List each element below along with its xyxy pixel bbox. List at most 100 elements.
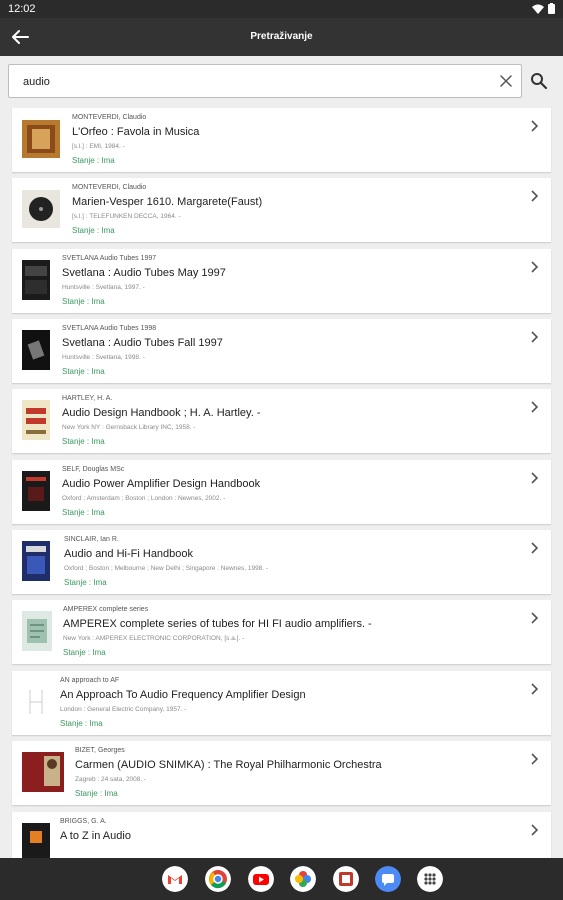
result-author: SELF, Douglas MSc (62, 466, 125, 473)
page-title: Pretraživanje (250, 31, 313, 42)
chevron-right-icon (531, 401, 539, 413)
result-status: Stanje : Ima (60, 719, 103, 728)
chevron-right-icon (531, 472, 539, 484)
result-publisher: Oxford ; Amsterdam ; Boston ; London : N… (62, 495, 226, 502)
cover-thumbnail (22, 611, 52, 651)
result-author: BRIGGS, G. A. (60, 818, 107, 825)
result-status: Stanje : Ima (72, 226, 115, 235)
result-text: SVETLANA Audio Tubes 1998 Svetlana : Aud… (62, 323, 521, 378)
result-author: AMPEREX complete series (63, 606, 149, 613)
chevron-right-icon (531, 261, 539, 273)
status-time: 12:02 (8, 3, 36, 15)
status-bar: 12:02 (0, 0, 563, 18)
dock-apps (0, 858, 563, 900)
result-card[interactable]: AN approach to AF An Approach To Audio F… (12, 671, 551, 735)
result-text: BIZET, Georges Carmen (AUDIO SNIMKA) : T… (75, 745, 521, 800)
result-card[interactable]: BIZET, Georges Carmen (AUDIO SNIMKA) : T… (12, 741, 551, 805)
result-title: AMPEREX complete series of tubes for HI … (63, 618, 372, 630)
result-title: Audio Power Amplifier Design Handbook (62, 478, 261, 490)
result-publisher: Huntsville : Svetlana, 1998. - (62, 354, 145, 361)
result-title: Carmen (AUDIO SNIMKA) : The Royal Philha… (75, 759, 382, 771)
result-publisher: Zagreb : 24 sata, 2008. - (75, 776, 147, 783)
chevron-right-icon (531, 120, 539, 132)
result-card[interactable]: HARTLEY, H. A. Audio Design Handbook ; H… (12, 389, 551, 453)
result-text: SVETLANA Audio Tubes 1997 Svetlana : Aud… (62, 253, 521, 308)
battery-icon (548, 3, 555, 14)
result-title: Audio and Hi-Fi Handbook (64, 548, 194, 560)
chevron-right-icon (531, 683, 539, 695)
clear-icon[interactable] (499, 74, 513, 88)
result-text: MONTEVERDI, Claudio Marien-Vesper 1610. … (72, 182, 521, 237)
result-card[interactable]: AMPEREX complete series AMPEREX complete… (12, 600, 551, 664)
cover-thumbnail (22, 120, 60, 158)
result-author: SVETLANA Audio Tubes 1997 (62, 255, 157, 262)
cover-thumbnail (22, 190, 60, 228)
cover-thumbnail (22, 400, 50, 440)
result-status: Stanje : Ima (62, 367, 105, 376)
result-text: SELF, Douglas MSc Audio Power Amplifier … (62, 464, 521, 519)
cover-thumbnail (22, 823, 50, 863)
result-status: Stanje : Ima (64, 578, 107, 587)
result-publisher: London : General Electric Company, 1957.… (60, 706, 187, 713)
result-author: SVETLANA Audio Tubes 1998 (62, 325, 157, 332)
result-card[interactable]: SVETLANA Audio Tubes 1997 Svetlana : Aud… (12, 249, 551, 313)
result-author: MONTEVERDI, Claudio (72, 114, 147, 121)
search-row (0, 56, 563, 106)
result-publisher: [s.l.] : EMI, 1984. - (72, 143, 125, 150)
gmail-icon[interactable] (162, 866, 188, 892)
app-drawer-icon[interactable] (417, 866, 443, 892)
cover-thumbnail (22, 752, 64, 792)
result-card[interactable]: SINCLAIR, Ian R. Audio and Hi-Fi Handboo… (12, 530, 551, 594)
result-status: Stanje : Ima (63, 648, 106, 657)
result-title: A to Z in Audio (60, 830, 131, 842)
youtube-icon[interactable] (248, 866, 274, 892)
result-card[interactable]: SVETLANA Audio Tubes 1998 Svetlana : Aud… (12, 319, 551, 383)
result-text: HARTLEY, H. A. Audio Design Handbook ; H… (62, 393, 521, 448)
result-status: Stanje : Ima (75, 789, 118, 798)
cover-thumbnail (22, 682, 50, 722)
search-box (8, 64, 522, 98)
result-card[interactable]: SELF, Douglas MSc Audio Power Amplifier … (12, 460, 551, 524)
app-dock (0, 858, 563, 900)
result-author: MONTEVERDI, Claudio (72, 184, 147, 191)
result-status: Stanje : Ima (62, 437, 105, 446)
cover-thumbnail (22, 541, 50, 581)
wifi-icon (532, 4, 544, 14)
result-title: Svetlana : Audio Tubes Fall 1997 (62, 337, 223, 349)
result-card[interactable]: MONTEVERDI, Claudio Marien-Vesper 1610. … (12, 178, 551, 242)
chevron-right-icon (531, 612, 539, 624)
messages-icon[interactable] (375, 866, 401, 892)
result-card[interactable]: BRIGGS, G. A. A to Z in Audio (12, 812, 551, 863)
result-publisher: [s.l.] : TELEFUNKEN DECCA, 1964. - (72, 213, 181, 220)
search-input[interactable] (21, 72, 485, 92)
result-status: Stanje : Ima (62, 297, 105, 306)
result-text: BRIGGS, G. A. A to Z in Audio (60, 816, 521, 844)
result-title: Marien-Vesper 1610. Margarete(Faust) (72, 196, 263, 208)
result-publisher: Oxford ; Boston ; Melbourne ; New Delhi … (64, 565, 269, 572)
result-author: AN approach to AF (60, 677, 120, 684)
chevron-right-icon (531, 824, 539, 836)
chevron-right-icon (531, 190, 539, 202)
result-author: BIZET, Georges (75, 747, 125, 754)
result-title: An Approach To Audio Frequency Amplifier… (60, 689, 306, 701)
app-bar: Pretraživanje (0, 18, 563, 56)
result-status: Stanje : Ima (72, 156, 115, 165)
search-icon[interactable] (530, 72, 548, 90)
chrome-icon[interactable] (205, 866, 231, 892)
result-text: AMPEREX complete series AMPEREX complete… (63, 604, 521, 659)
status-icons (532, 3, 555, 14)
result-title: Audio Design Handbook ; H. A. Hartley. - (62, 407, 261, 419)
result-publisher: Huntsville : Svetlana, 1997. - (62, 284, 145, 291)
result-card[interactable]: MONTEVERDI, Claudio L'Orfeo : Favola in … (12, 108, 551, 172)
cover-thumbnail (22, 260, 50, 300)
chevron-right-icon (531, 753, 539, 765)
cover-thumbnail (22, 330, 50, 370)
result-text: MONTEVERDI, Claudio L'Orfeo : Favola in … (72, 112, 521, 167)
result-title: L'Orfeo : Favola in Musica (72, 126, 200, 138)
photos-icon[interactable] (290, 866, 316, 892)
result-author: SINCLAIR, Ian R. (64, 536, 119, 543)
result-author: HARTLEY, H. A. (62, 395, 113, 402)
cover-thumbnail (22, 471, 50, 511)
result-publisher: New York NY : Gernsback Library INC, 195… (62, 424, 196, 431)
library-app-icon[interactable] (333, 866, 359, 892)
